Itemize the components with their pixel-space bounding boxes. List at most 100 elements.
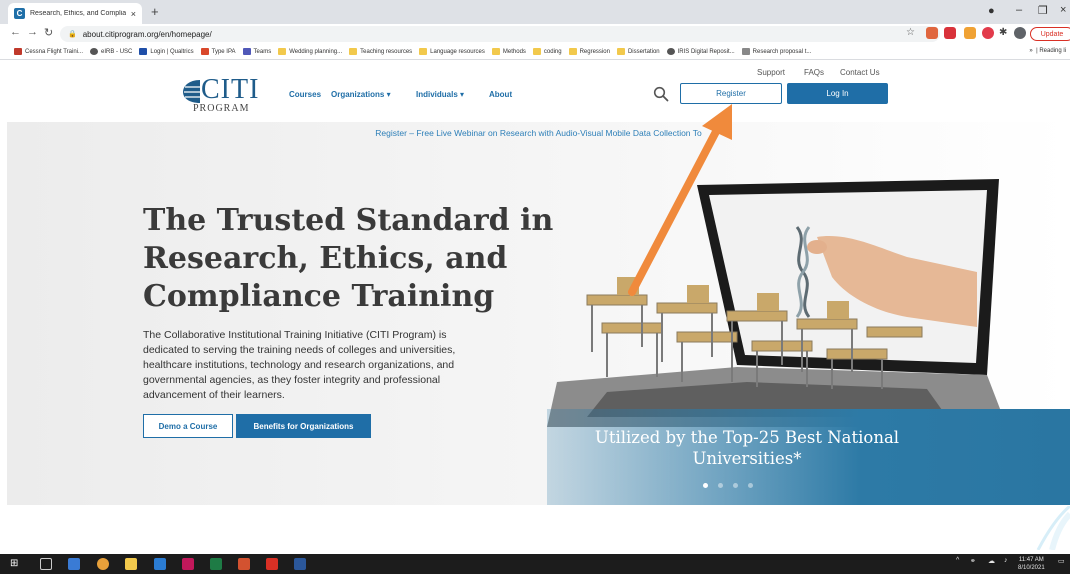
extension-icon-2[interactable] [944, 27, 956, 39]
profile-avatar-icon[interactable] [1014, 27, 1026, 39]
reading-list-button[interactable]: » | Reading li [1029, 48, 1066, 54]
acrobat-icon[interactable] [266, 558, 278, 570]
demo-course-button[interactable]: Demo a Course [143, 414, 233, 438]
network-icon[interactable]: ⚭ [970, 557, 976, 565]
carousel-dot-2[interactable] [718, 483, 723, 488]
bookmark-folder[interactable]: Regression [568, 48, 610, 55]
bookmark-folder[interactable]: coding [532, 48, 562, 55]
qualtrics-icon [139, 48, 148, 55]
tab-title: Research, Ethics, and Compliance [30, 10, 126, 17]
laptop-classroom-illustration [547, 179, 1007, 427]
bookmarks-bar: Cessna Flight Traini... eIRB - USC Login… [0, 44, 1070, 60]
bookmark-item[interactable]: Teams [242, 48, 271, 55]
bookmark-folder[interactable]: Wedding planning... [278, 48, 342, 55]
powerpoint-icon[interactable] [238, 558, 250, 570]
decorative-swoosh-icon [1036, 506, 1070, 550]
file-explorer-icon[interactable] [125, 558, 137, 570]
windows-start-icon[interactable]: ⊞ [10, 558, 22, 570]
folder-icon [616, 48, 625, 55]
bookmark-folder[interactable]: Methods [491, 48, 526, 55]
search-icon[interactable] [653, 86, 669, 102]
word-icon[interactable] [294, 558, 306, 570]
chrome-icon[interactable] [97, 558, 109, 570]
carousel-dot-3[interactable] [733, 483, 738, 488]
research-icon [741, 48, 750, 55]
clock-date: 8/10/2021 [1018, 565, 1045, 571]
windows-taskbar: ⊞ ^ ⚭ ☁ ♪ 11:47 AM 8/10/2021 ▭ [0, 554, 1070, 574]
nav-about[interactable]: About [489, 90, 512, 99]
excel-icon[interactable] [210, 558, 222, 570]
ipa-icon [200, 48, 209, 55]
nav-organizations[interactable]: Organizations ▾ [331, 90, 391, 99]
citi-favicon-icon: C [14, 8, 25, 19]
clock-time: 11:47 AM [1018, 557, 1044, 563]
logo-wordmark: CITI [201, 74, 260, 105]
onedrive-icon[interactable]: ☁ [988, 557, 995, 565]
folder-icon [278, 48, 287, 55]
bookmark-item[interactable]: IRIS Digital Reposit... [666, 48, 735, 55]
taskbar-app-icon[interactable] [68, 558, 80, 570]
browser-tab-strip: C Research, Ethics, and Compliance × + –… [0, 0, 1070, 24]
folder-icon [349, 48, 358, 55]
contact-us-link[interactable]: Contact Us [840, 68, 880, 77]
pinterest-icon[interactable] [982, 27, 994, 39]
tray-chevron-icon[interactable]: ^ [956, 557, 959, 564]
restore-icon[interactable]: ❐ [1038, 4, 1048, 17]
extension-icon-1[interactable] [926, 27, 938, 39]
bookmark-folder[interactable]: Teaching resources [349, 48, 412, 55]
notifications-icon[interactable]: ▭ [1058, 557, 1065, 565]
register-button[interactable]: Register [680, 83, 782, 104]
carousel-dot-1[interactable] [703, 483, 708, 488]
mail-icon[interactable] [154, 558, 166, 570]
support-link[interactable]: Support [757, 68, 785, 77]
carousel-dot-4[interactable] [748, 483, 753, 488]
back-icon[interactable]: ← [10, 26, 21, 38]
hero-section: Register – Free Live Webinar on Research… [7, 122, 1070, 505]
webinar-banner-link[interactable]: Register – Free Live Webinar on Research… [7, 128, 1070, 138]
slide-caption: Utilized by the Top-25 Best National Uni… [594, 428, 900, 468]
bookmark-item[interactable]: Login | Qualtrics [139, 48, 194, 55]
reading-list-label: Reading li [1039, 48, 1066, 54]
bookmark-item[interactable]: Type IPA [200, 48, 236, 55]
bookmark-star-icon[interactable]: ☆ [906, 27, 915, 38]
browser-tab-active[interactable]: C Research, Ethics, and Compliance × [8, 3, 142, 24]
system-clock[interactable]: 11:47 AM 8/10/2021 [1018, 556, 1045, 572]
site-header: Support FAQs Contact Us CITI PROGRAM Cou… [0, 60, 1070, 122]
teams-icon [242, 48, 251, 55]
bookmarks-overflow-icon[interactable]: » [1029, 48, 1032, 54]
bookmark-item[interactable]: Cessna Flight Traini... [14, 48, 83, 55]
globe-logo-icon [183, 80, 200, 103]
bookmark-item[interactable]: eIRB - USC [90, 48, 132, 55]
new-tab-button[interactable]: + [151, 4, 159, 19]
address-url: about.citiprogram.org/en/homepage/ [82, 29, 212, 39]
minimize-icon[interactable]: – [1016, 4, 1022, 16]
update-button[interactable]: Update [1030, 27, 1070, 41]
globe-icon [666, 48, 675, 55]
citi-program-logo[interactable]: CITI PROGRAM [181, 74, 260, 116]
browser-toolbar: ← → ↻ 🔒 about.citiprogram.org/en/homepag… [0, 24, 1070, 44]
nav-individuals[interactable]: Individuals ▾ [416, 90, 464, 99]
bookmark-icon [14, 48, 22, 55]
bookmark-item[interactable]: Research proposal t... [741, 48, 811, 55]
reload-icon[interactable]: ↻ [44, 26, 53, 39]
profile-dot-icon[interactable]: ● [988, 5, 995, 17]
hero-title: The Trusted Standard in Research, Ethics… [143, 203, 554, 314]
task-view-icon[interactable] [40, 558, 52, 570]
tab-close-icon[interactable]: × [131, 9, 136, 19]
volume-icon[interactable]: ♪ [1004, 557, 1008, 564]
folder-icon [491, 48, 500, 55]
folder-icon [568, 48, 577, 55]
access-icon[interactable] [182, 558, 194, 570]
login-button[interactable]: Log In [787, 83, 888, 104]
address-bar[interactable]: 🔒 about.citiprogram.org/en/homepage/ [60, 26, 940, 42]
nav-courses[interactable]: Courses [289, 90, 321, 99]
forward-icon[interactable]: → [27, 26, 38, 38]
faqs-link[interactable]: FAQs [804, 68, 824, 77]
close-window-icon[interactable]: × [1060, 4, 1066, 16]
folder-icon [419, 48, 428, 55]
bookmark-folder[interactable]: Dissertation [616, 48, 660, 55]
benefits-organizations-button[interactable]: Benefits for Organizations [236, 414, 371, 438]
bookmark-folder[interactable]: Language resources [419, 48, 485, 55]
extension-icon-3[interactable] [964, 27, 976, 39]
extensions-puzzle-icon[interactable]: ✱ [999, 27, 1011, 39]
